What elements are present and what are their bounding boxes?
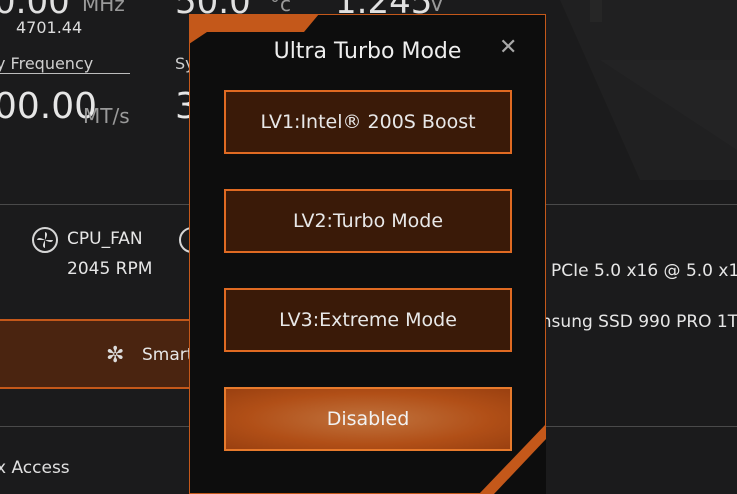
pcie-info: PCIe 5.0 x16 @ 5.0 x1	[551, 261, 737, 281]
dialog-title: Ultra Turbo Mode	[273, 39, 462, 64]
memory-frequency-unit: MT/s	[83, 104, 130, 128]
fan-label-cpu: CPU_FAN	[67, 229, 143, 249]
option-disabled[interactable]: Disabled	[224, 387, 512, 451]
ssd-info: msung SSD 990 PRO 1T	[535, 312, 737, 332]
option-lv2-turbo[interactable]: LV2:Turbo Mode	[224, 189, 512, 253]
option-lv1-intel-boost[interactable]: LV1:Intel® 200S Boost	[224, 90, 512, 154]
fan-icon	[32, 227, 58, 253]
cpu-frequency-small: 4701.44	[16, 18, 83, 37]
smart-fan-button[interactable]: ✼ Smart	[0, 319, 194, 389]
memory-frequency-label: y Frequency	[0, 54, 94, 73]
top-left-unit: MHz	[82, 0, 125, 16]
ultra-turbo-dialog: Ultra Turbo Mode ✕ LV1:Intel® 200S Boost…	[189, 14, 546, 494]
quick-access-label[interactable]: x Access	[0, 458, 70, 478]
smart-fan-label: Smart	[142, 345, 194, 365]
memory-frequency-underline	[0, 73, 130, 74]
fan-icon: ✼	[106, 343, 125, 368]
close-icon[interactable]: ✕	[499, 35, 517, 60]
option-lv3-extreme[interactable]: LV3:Extreme Mode	[224, 288, 512, 352]
fan-rpm-cpu: 2045 RPM	[67, 259, 153, 279]
